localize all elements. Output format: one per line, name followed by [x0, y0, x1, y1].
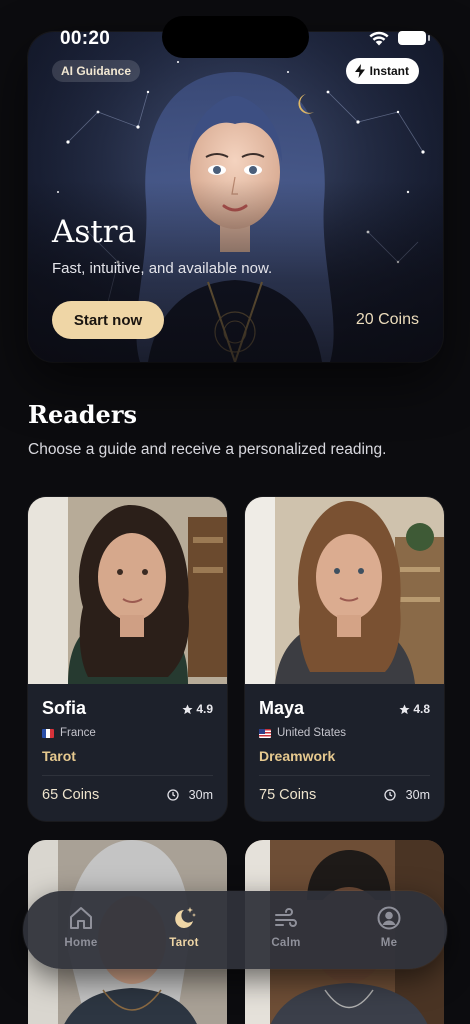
reader-card[interactable]: Sofia 4.9 France Tarot 65 Coins 30m [28, 497, 227, 821]
reader-duration: 30m [167, 788, 213, 802]
moon-stars-icon [175, 907, 196, 928]
featured-reader-tagline: Fast, intuitive, and available now. [52, 260, 273, 277]
divider [259, 775, 430, 776]
reader-specialty: Tarot [42, 748, 76, 764]
reader-country: United States [259, 727, 346, 739]
france-flag-icon [42, 728, 54, 738]
featured-reader-coins: 20 Coins [355, 311, 419, 328]
ai-guidance-badge: AI Guidance [52, 60, 141, 82]
reader-name: Maya [259, 698, 305, 718]
status-bar: 00:20 [0, 0, 470, 60]
dynamic-island [162, 16, 309, 58]
clock-icon [167, 789, 179, 801]
featured-reader-card[interactable]: AI Guidance Instant Astra Fast, intuitiv… [28, 32, 443, 362]
section-title: Readers [28, 400, 137, 429]
reader-specialty: Dreamwork [259, 748, 336, 764]
lightning-icon [354, 64, 365, 78]
star-icon [182, 703, 193, 714]
start-now-button[interactable]: Start now [52, 301, 164, 339]
reader-rating: 4.8 [399, 702, 430, 716]
status-time: 00:20 [60, 28, 111, 49]
profile-icon [377, 906, 401, 930]
reader-duration: 30m [384, 788, 430, 802]
tab-me[interactable]: Me [349, 905, 429, 949]
reader-name: Sofia [42, 698, 87, 718]
reader-country: France [42, 727, 96, 739]
reader-price: 65 Coins [42, 787, 100, 803]
reader-price: 75 Coins [259, 787, 317, 803]
instant-badge: Instant [345, 58, 419, 84]
tab-calm[interactable]: Calm [246, 905, 326, 949]
divider [42, 775, 213, 776]
clock-icon [384, 789, 396, 801]
star-icon [399, 703, 410, 714]
reader-photo [245, 497, 444, 684]
section-subtitle: Choose a guide and receive a personalize… [28, 441, 387, 458]
home-icon [70, 907, 92, 929]
tab-tarot[interactable]: Tarot [144, 905, 224, 949]
featured-reader-name: Astra [52, 214, 137, 250]
tab-home[interactable]: Home [41, 905, 121, 949]
us-flag-icon [259, 728, 271, 738]
tab-bar: Home Tarot Calm Me [23, 891, 447, 969]
reader-card[interactable]: Maya 4.8 United States Dreamwork 75 Coin… [245, 497, 444, 821]
reader-rating: 4.9 [182, 702, 213, 716]
wind-icon [275, 908, 297, 927]
instant-label: Instant [369, 64, 409, 78]
battery-icon [398, 31, 430, 45]
reader-photo [28, 497, 227, 684]
wifi-icon [369, 31, 389, 46]
